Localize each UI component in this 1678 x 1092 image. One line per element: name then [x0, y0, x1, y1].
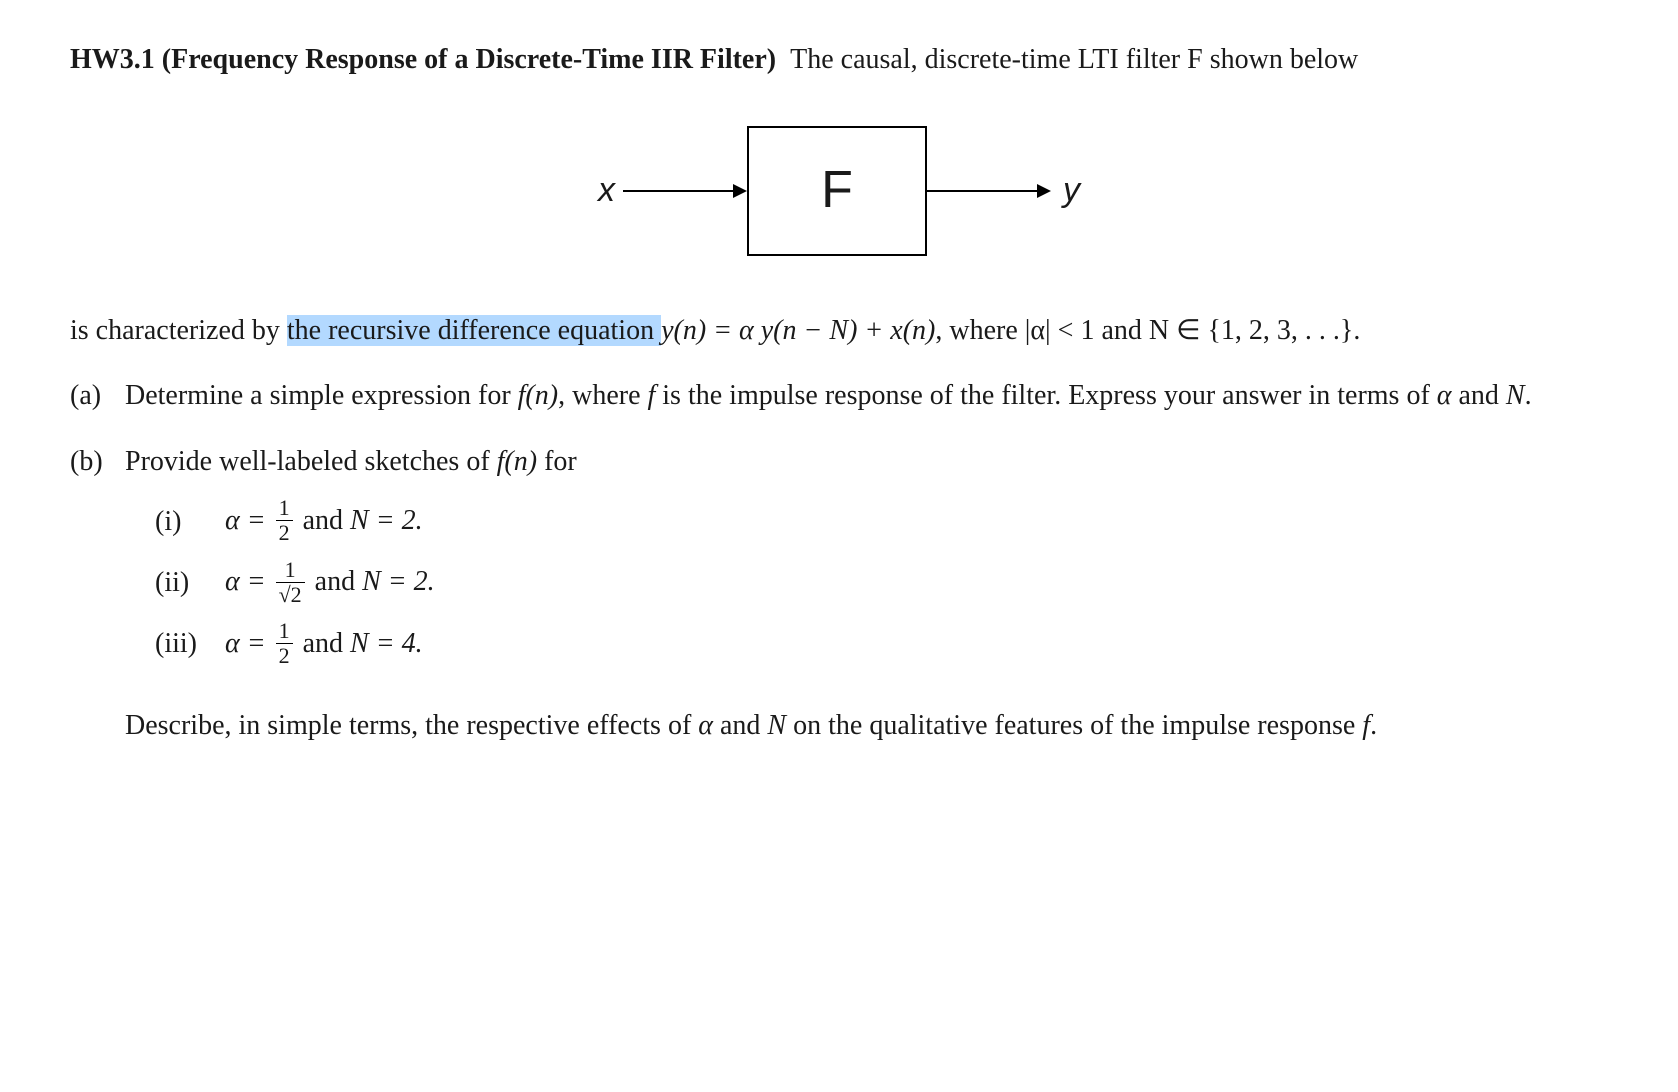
sub-ii-alpha: α = [225, 566, 273, 597]
char-suffix: , [935, 315, 942, 346]
sub-i-den: 2 [276, 520, 293, 544]
intro-text-content: The causal, discrete-time LTI filter F s… [790, 44, 1358, 75]
output-arrow [927, 184, 1051, 198]
part-a-text4: and [1451, 380, 1505, 411]
subpart-ii-label: (ii) [155, 559, 225, 607]
subpart-iii-content: α = 12 and N = 4. [225, 620, 423, 669]
closing-4: . [1370, 710, 1377, 741]
filter-box: F [747, 126, 927, 256]
subpart-i-label: (i) [155, 498, 225, 546]
subpart-iii: (iii) α = 12 and N = 4. [155, 620, 1608, 669]
sub-iii-frac: 12 [276, 620, 293, 667]
part-a-label: (a) [70, 376, 125, 417]
part-a-text5: . [1525, 380, 1532, 411]
input-label: x [598, 166, 615, 215]
sub-ii-den: √2 [276, 582, 305, 606]
part-a-text3: is the impulse response of the filter. E… [655, 380, 1437, 411]
subpart-iii-label: (iii) [155, 620, 225, 668]
sub-ii-N: N = 2. [362, 566, 435, 597]
closing-N: N [767, 710, 786, 741]
sub-i-N: N = 2. [350, 505, 423, 536]
sub-iii-alpha: α = [225, 628, 273, 659]
sub-iii-den: 2 [276, 643, 293, 667]
part-a-content: Determine a simple expression for f(n), … [125, 376, 1608, 417]
difference-equation: y(n) = α y(n − N) + x(n) [661, 315, 935, 346]
problem-header: HW3.1 (Frequency Response of a Discrete-… [70, 40, 1608, 81]
arrow-right-icon [733, 184, 747, 198]
part-a: (a) Determine a simple expression for f(… [70, 376, 1608, 417]
closing-3: on the qualitative features of the impul… [786, 710, 1362, 741]
highlighted-text: the recursive difference equation [287, 315, 661, 346]
sub-i-and: and [296, 505, 350, 536]
problem-title: (Frequency Response of a Discrete-Time I… [162, 44, 776, 75]
part-b-text2: for [537, 446, 577, 477]
arrow-right-icon [1037, 184, 1051, 198]
subpart-ii: (ii) α = 1√2 and N = 2. [155, 558, 1608, 607]
where-clause: where |α| < 1 and N ∈ {1, 2, 3, . . .}. [949, 315, 1360, 346]
parts-list: (a) Determine a simple expression for f(… [70, 376, 1608, 680]
output-label: y [1063, 166, 1080, 215]
sub-iii-N: N = 4. [350, 628, 423, 659]
sub-ii-num: 1 [282, 559, 299, 582]
closing-alpha: α [698, 710, 713, 741]
problem-number: HW3.1 [70, 44, 155, 75]
closing-f: f [1362, 710, 1370, 741]
part-a-text2: , where [558, 380, 647, 411]
subpart-i: (i) α = 12 and N = 2. [155, 497, 1608, 546]
diagram-inner: x F y [598, 126, 1080, 256]
sub-iii-and: and [296, 628, 350, 659]
closing-2: and [713, 710, 767, 741]
part-b-text1: Provide well-labeled sketches of [125, 446, 497, 477]
part-a-math1: f(n) [518, 380, 558, 411]
part-b-math1: f(n) [497, 446, 537, 477]
characterization-paragraph: is characterized by the recursive differ… [70, 311, 1608, 352]
char-prefix: is characterized by [70, 315, 287, 346]
subparts-list: (i) α = 12 and N = 2. (ii) α = 1√2 and N… [155, 497, 1608, 668]
part-a-math3: α [1437, 380, 1452, 411]
closing-1: Describe, in simple terms, the respectiv… [125, 710, 698, 741]
part-a-text1: Determine a simple expression for [125, 380, 518, 411]
subpart-ii-content: α = 1√2 and N = 2. [225, 558, 435, 607]
input-arrow [623, 184, 747, 198]
sub-iii-num: 1 [276, 620, 293, 643]
sub-i-num: 1 [276, 497, 293, 520]
subpart-i-content: α = 12 and N = 2. [225, 497, 423, 546]
sub-ii-and: and [308, 566, 362, 597]
block-diagram: x F y [70, 121, 1608, 261]
part-b: (b) Provide well-labeled sketches of f(n… [70, 442, 1608, 681]
sub-i-alpha: α = [225, 505, 273, 536]
sub-ii-frac: 1√2 [276, 559, 305, 606]
sub-i-frac: 12 [276, 497, 293, 544]
part-a-math4: N [1506, 380, 1525, 411]
part-b-closing: Describe, in simple terms, the respectiv… [125, 706, 1608, 747]
part-b-label: (b) [70, 442, 125, 681]
part-b-content: Provide well-labeled sketches of f(n) fo… [125, 442, 1608, 681]
